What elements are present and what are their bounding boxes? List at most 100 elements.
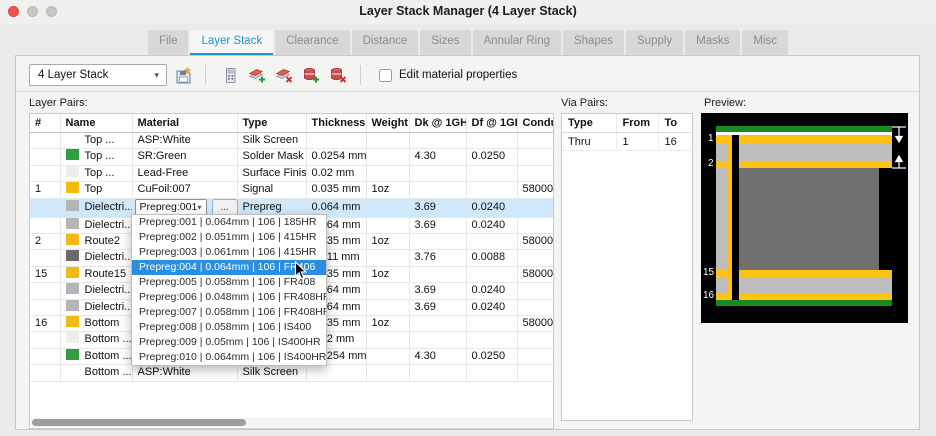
toolbar-separator: [360, 65, 361, 85]
material-option-6[interactable]: Prepreg:006 | 0.048mm | 106 | FR408HR: [132, 290, 326, 305]
layer-name-cell: Bottom ...: [60, 348, 132, 364]
preview-soldermask-bottom: [716, 300, 892, 306]
add-via-icon[interactable]: [302, 66, 320, 84]
add-layer-icon[interactable]: [248, 66, 266, 84]
preview-layer-label-15: 15: [703, 268, 714, 278]
stack-select[interactable]: 4 Layer Stack ▾: [29, 64, 167, 86]
material-option-9[interactable]: Prepreg:009 | 0.05mm | 106 | IS400HR: [132, 335, 326, 350]
layer-name: Bottom ...: [85, 350, 132, 362]
stack-preview: 1 2 15 16: [701, 113, 908, 323]
delete-via-icon[interactable]: [329, 66, 347, 84]
column-header-weight: Weight: [366, 114, 409, 133]
layer-name: Bottom ...: [85, 366, 132, 378]
layer-row-4[interactable]: 1TopCuFoil:007Signal0.035 mm1oz5800000: [30, 182, 554, 198]
material-option-3[interactable]: Prepreg:003 | 0.061mm | 106 | 415HR: [132, 245, 326, 260]
layer-name-cell: Top ...: [60, 133, 132, 149]
via-pairs-label: Via Pairs:: [561, 97, 608, 109]
save-stack-icon[interactable]: [174, 66, 192, 84]
layer-name: Bottom: [85, 317, 120, 329]
tab-distance[interactable]: Distance: [352, 30, 419, 56]
tab-file[interactable]: File: [148, 30, 189, 56]
layer-name-cell: Top ...: [60, 149, 132, 165]
preview-copper-layer-2: [716, 161, 892, 168]
tab-layer-stack[interactable]: Layer Stack: [190, 30, 273, 56]
material-cell: Lead-Free: [132, 165, 237, 181]
edit-material-label: Edit material properties: [399, 69, 517, 81]
tab-annular-ring[interactable]: Annular Ring: [473, 30, 561, 56]
edit-material-properties[interactable]: Edit material properties: [379, 69, 517, 82]
column-header-: #: [30, 114, 60, 133]
layer-name-cell: Dielectri...: [60, 198, 132, 217]
layer-name: Top ...: [85, 167, 115, 179]
material-option-7[interactable]: Prepreg:007 | 0.058mm | 106 | FR408HR: [132, 305, 326, 320]
via-pair-row[interactable]: Thru116: [562, 133, 692, 151]
tab-masks[interactable]: Masks: [685, 30, 740, 56]
layer-name-cell: Bottom ...: [60, 332, 132, 348]
material-cell: ASP:White: [132, 133, 237, 149]
column-header-conduc: Conduc: [517, 114, 554, 133]
preview-layer-label-1: 1: [708, 134, 714, 144]
material-dropdown-list: Prepreg:001 | 0.064mm | 106 | 185HRPrepr…: [131, 214, 327, 366]
column-header-material: Material: [132, 114, 237, 133]
tab-shapes[interactable]: Shapes: [563, 30, 624, 56]
layer-name-cell: Route2: [60, 234, 132, 250]
horizontal-scrollbar[interactable]: [31, 418, 552, 427]
edit-material-checkbox[interactable]: [379, 69, 392, 82]
titlebar: Layer Stack Manager (4 Layer Stack): [0, 0, 936, 24]
dimension-arrows-icon: [891, 125, 907, 175]
via-column-header-to: To: [658, 114, 692, 133]
layer-stack-manager-window: Layer Stack Manager (4 Layer Stack) File…: [0, 0, 936, 436]
tab-supply[interactable]: Supply: [626, 30, 683, 56]
stack-select-value: 4 Layer Stack: [30, 69, 154, 81]
preview-layer-label-16: 16: [703, 291, 714, 301]
layer-color-swatch: [66, 234, 79, 245]
via-column-header-type: Type: [562, 114, 616, 133]
material-option-2[interactable]: Prepreg:002 | 0.051mm | 106 | 415HR: [132, 230, 326, 245]
delete-layer-icon[interactable]: [275, 66, 293, 84]
layer-color-swatch: [66, 133, 79, 144]
layer-color-swatch: [66, 267, 79, 278]
material-option-8[interactable]: Prepreg:008 | 0.058mm | 106 | IS400: [132, 320, 326, 335]
layer-name: Dielectri...: [85, 251, 133, 263]
layer-color-swatch: [66, 332, 79, 343]
window-title: Layer Stack Manager (4 Layer Stack): [0, 4, 936, 18]
tab-bar: FileLayer StackClearanceDistanceSizesAnn…: [0, 30, 936, 56]
layer-name: Top ...: [85, 134, 115, 146]
layer-name-cell: Route15: [60, 266, 132, 282]
chevron-down-icon: ▾: [154, 70, 166, 81]
layer-row-3[interactable]: Top ...Lead-FreeSurface Finish0.02 mm: [30, 165, 554, 181]
preview-copper-layer-1: [716, 135, 892, 143]
column-header-df-1ghz: Df @ 1GHz: [466, 114, 517, 133]
scrollbar-thumb[interactable]: [32, 419, 246, 426]
layer-color-swatch: [66, 365, 79, 376]
material-library-icon[interactable]: [221, 66, 239, 84]
toolbar-separator: [205, 65, 206, 85]
via-column-header-from: From: [616, 114, 658, 133]
layer-pairs-label: Layer Pairs:: [29, 97, 88, 109]
layer-row-1[interactable]: Top ...ASP:WhiteSilk Screen: [30, 133, 554, 149]
layer-color-swatch: [66, 182, 79, 193]
layer-name-cell: Dielectri...: [60, 299, 132, 315]
tab-misc[interactable]: Misc: [742, 30, 788, 56]
layer-row-2[interactable]: Top ...SR:GreenSolder Mask0.0254 mm4.300…: [30, 149, 554, 165]
layer-name-cell: Bottom: [60, 316, 132, 332]
tab-sizes[interactable]: Sizes: [420, 30, 470, 56]
layer-name: Route15: [85, 268, 127, 280]
layer-color-swatch: [66, 218, 79, 229]
layer-name-cell: Top ...: [60, 165, 132, 181]
material-option-10[interactable]: Prepreg:010 | 0.064mm | 106 | IS400HR: [132, 350, 326, 365]
tab-clearance[interactable]: Clearance: [275, 30, 349, 56]
layer-name-cell: Dielectri...: [60, 250, 132, 266]
layer-name: Top ...: [85, 150, 115, 162]
layer-color-swatch: [66, 300, 79, 311]
layer-name: Dielectri...: [85, 284, 133, 296]
material-option-1[interactable]: Prepreg:001 | 0.064mm | 106 | 185HR: [132, 215, 326, 230]
layer-row-15[interactable]: Bottom ...ASP:WhiteSilk Screen: [30, 365, 554, 381]
material-cell: SR:Green: [132, 149, 237, 165]
layer-name-cell: Top: [60, 182, 132, 198]
preview-copper-layer-16: [716, 293, 892, 300]
column-header-type: Type: [237, 114, 306, 133]
material-cell: CuFoil:007: [132, 182, 237, 198]
preview-copper-layer-15: [716, 270, 892, 278]
layer-name: Bottom ...: [85, 333, 132, 345]
